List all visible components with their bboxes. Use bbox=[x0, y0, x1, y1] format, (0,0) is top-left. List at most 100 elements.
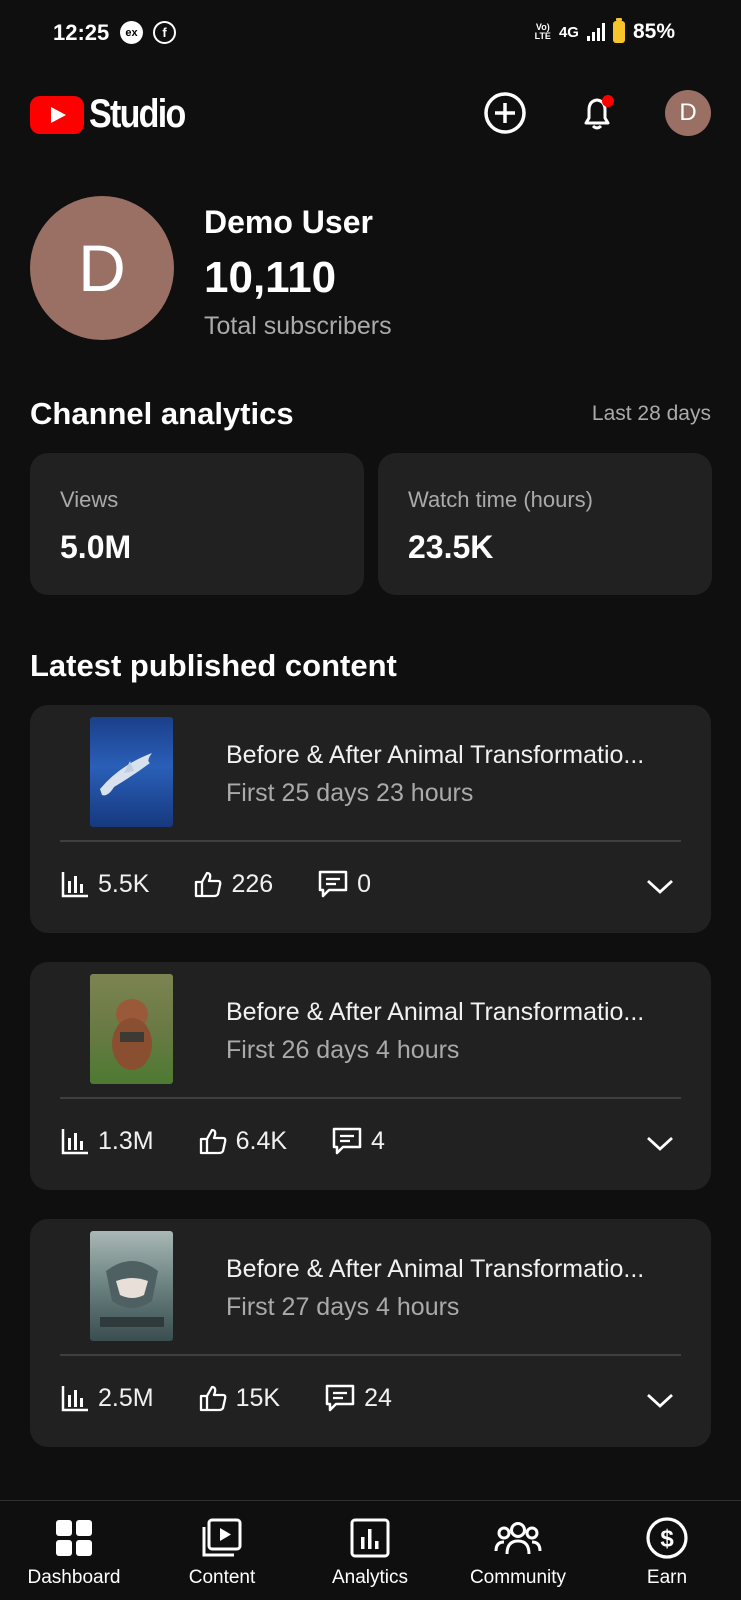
ex-icon: ex bbox=[120, 21, 143, 44]
studio-logo[interactable]: Studio bbox=[30, 92, 201, 137]
views-metric: 2.5M bbox=[60, 1383, 154, 1413]
channel-name: Demo User bbox=[204, 204, 373, 240]
status-time: 12:25 bbox=[53, 20, 110, 45]
likes-metric: 6.4K bbox=[198, 1126, 287, 1156]
comment-icon bbox=[318, 870, 348, 898]
app-header: Studio D bbox=[0, 82, 741, 144]
likes-count: 15K bbox=[235, 1383, 281, 1412]
comment-icon bbox=[332, 1127, 362, 1155]
views-label: Views bbox=[60, 487, 119, 512]
video-thumbnail[interactable] bbox=[90, 974, 173, 1084]
latest-content-title: Latest published content bbox=[30, 648, 397, 683]
facebook-icon: f bbox=[153, 21, 176, 44]
watch-time-label: Watch time (hours) bbox=[408, 487, 594, 512]
comments-count: 4 bbox=[371, 1126, 385, 1155]
video-title: Before & After Animal Transformatio... bbox=[226, 1255, 645, 1283]
add-circle-icon bbox=[484, 92, 526, 134]
nav-label: Analytics bbox=[331, 1567, 409, 1588]
status-bar: 12:25 ex f Vo) LTE 4G 85% bbox=[0, 0, 741, 70]
bar-chart-icon bbox=[61, 872, 88, 898]
nav-label: Dashboard bbox=[27, 1567, 121, 1588]
video-metrics: 1.3M 6.4K 4 bbox=[60, 1126, 429, 1156]
shark-boat-thumbnail-image bbox=[100, 1261, 164, 1327]
video-metrics: 2.5M 15K 24 bbox=[60, 1383, 436, 1413]
divider bbox=[60, 1354, 681, 1356]
comment-icon bbox=[325, 1384, 355, 1412]
video-card[interactable]: Before & After Animal Transformatio... F… bbox=[30, 705, 711, 933]
channel-analytics-title: Channel analytics bbox=[30, 396, 294, 431]
chevron-down-icon bbox=[647, 1393, 673, 1408]
dog-thumbnail-image bbox=[112, 999, 152, 1070]
views-card[interactable]: Views 5.0M bbox=[30, 453, 364, 595]
bell-icon bbox=[584, 95, 614, 130]
analytics-icon bbox=[350, 1518, 390, 1558]
expand-button[interactable] bbox=[643, 1383, 677, 1417]
thumbs-up-icon bbox=[199, 1385, 226, 1412]
chevron-down-icon bbox=[647, 879, 673, 894]
shark-thumbnail-image bbox=[100, 753, 152, 796]
views-count: 5.5K bbox=[98, 869, 150, 898]
volte-icon: Vo) LTE bbox=[534, 22, 551, 41]
nav-label: Earn bbox=[646, 1567, 688, 1588]
account-avatar[interactable]: D bbox=[665, 90, 711, 136]
likes-count: 6.4K bbox=[235, 1126, 288, 1155]
bar-chart-icon bbox=[61, 1386, 88, 1412]
watch-time-card[interactable]: Watch time (hours) 23.5K bbox=[378, 453, 712, 595]
create-button[interactable] bbox=[482, 90, 528, 136]
nav-dashboard[interactable]: Dashboard bbox=[4, 1513, 144, 1589]
channel-avatar: D bbox=[30, 196, 174, 340]
nav-analytics[interactable]: Analytics bbox=[300, 1513, 440, 1589]
expand-button[interactable] bbox=[643, 869, 677, 903]
comments-metric: 0 bbox=[317, 869, 371, 899]
video-subtitle: First 25 days 23 hours bbox=[226, 779, 474, 807]
likes-metric: 15K bbox=[198, 1383, 280, 1413]
comments-count: 24 bbox=[364, 1383, 392, 1412]
status-right: Vo) LTE 4G 85% bbox=[534, 18, 675, 44]
network-type: 4G bbox=[558, 23, 579, 41]
svg-text:$: $ bbox=[660, 1526, 674, 1553]
bar-chart-icon bbox=[61, 1129, 88, 1155]
expand-button[interactable] bbox=[643, 1126, 677, 1160]
battery-icon bbox=[612, 18, 625, 43]
views-value: 5.0M bbox=[60, 529, 132, 565]
likes-metric: 226 bbox=[193, 869, 273, 899]
video-title: Before & After Animal Transformatio... bbox=[226, 741, 645, 769]
bottom-nav: Dashboard Content Analytics Community $ … bbox=[0, 1500, 741, 1600]
video-card[interactable]: Before & After Animal Transformatio... F… bbox=[30, 1219, 711, 1447]
video-thumbnail[interactable] bbox=[90, 1231, 173, 1341]
logo-text: Studio bbox=[89, 92, 186, 136]
nav-label: Community bbox=[469, 1567, 567, 1588]
video-thumbnail[interactable] bbox=[90, 717, 173, 827]
video-card[interactable]: Before & After Animal Transformatio... F… bbox=[30, 962, 711, 1190]
comments-count: 0 bbox=[357, 869, 372, 898]
watch-time-value: 23.5K bbox=[408, 529, 494, 565]
comments-metric: 24 bbox=[324, 1383, 392, 1413]
video-title: Before & After Animal Transformatio... bbox=[226, 998, 645, 1026]
views-metric: 1.3M bbox=[60, 1126, 154, 1156]
status-left-icons: ex f bbox=[120, 21, 176, 44]
chevron-down-icon bbox=[647, 1136, 673, 1151]
divider bbox=[60, 840, 681, 842]
content-icon bbox=[202, 1518, 242, 1557]
youtube-logo-icon bbox=[30, 95, 84, 134]
views-metric: 5.5K bbox=[60, 869, 149, 899]
views-count: 2.5M bbox=[98, 1383, 154, 1412]
video-subtitle: First 26 days 4 hours bbox=[226, 1036, 460, 1064]
nav-label: Content bbox=[188, 1567, 256, 1588]
nav-content[interactable]: Content bbox=[152, 1513, 292, 1589]
subscriber-count: 10,110 bbox=[204, 253, 337, 302]
thumbs-up-icon bbox=[195, 871, 222, 898]
likes-count: 226 bbox=[231, 869, 274, 898]
video-subtitle: First 27 days 4 hours bbox=[226, 1293, 460, 1321]
nav-community[interactable]: Community bbox=[448, 1513, 588, 1589]
battery-percent: 85% bbox=[632, 20, 675, 43]
views-count: 1.3M bbox=[98, 1126, 154, 1155]
divider bbox=[60, 1097, 681, 1099]
nav-earn[interactable]: $ Earn bbox=[597, 1513, 737, 1589]
comments-metric: 4 bbox=[331, 1126, 385, 1156]
community-icon bbox=[494, 1522, 542, 1555]
signal-icon bbox=[586, 23, 605, 41]
notifications-button[interactable] bbox=[574, 90, 620, 136]
subscriber-label: Total subscribers bbox=[204, 312, 392, 340]
video-metrics: 5.5K 226 0 bbox=[60, 869, 415, 899]
